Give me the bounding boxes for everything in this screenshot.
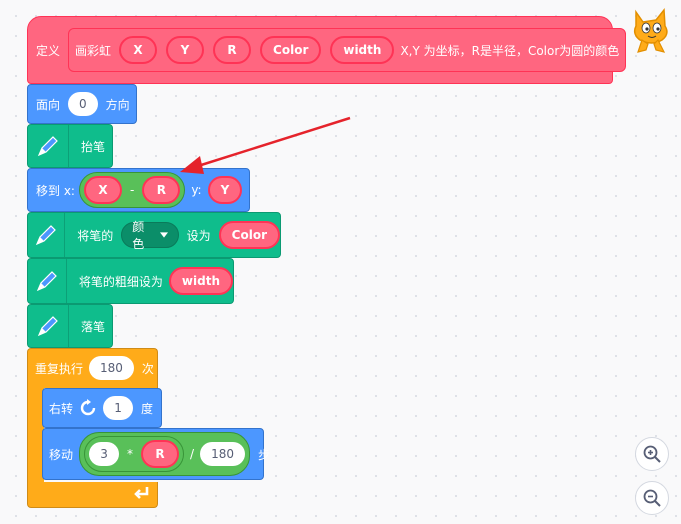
zoom-in-icon: [643, 445, 661, 463]
zoom-out-button[interactable]: [635, 481, 669, 515]
zoom-out-icon: [643, 489, 661, 507]
zoom-in-button[interactable]: [635, 437, 669, 471]
annotation-arrow-icon: [180, 116, 351, 174]
cat-sprite-icon: [633, 8, 668, 53]
